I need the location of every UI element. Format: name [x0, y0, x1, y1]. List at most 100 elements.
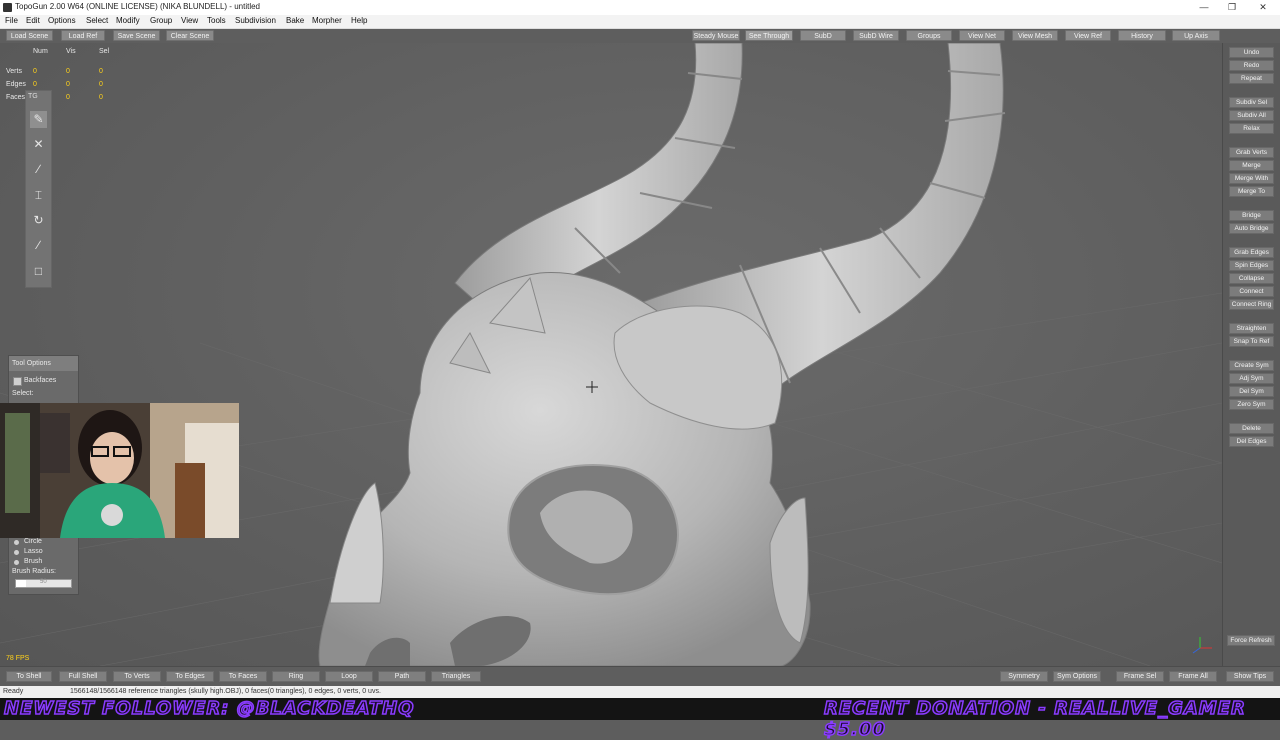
subdiv-all-button[interactable]: Subdiv All	[1229, 110, 1274, 121]
menu-edit[interactable]: Edit	[26, 16, 40, 25]
grab-edges-button[interactable]: Grab Edges	[1229, 247, 1274, 258]
3d-viewport[interactable]	[0, 43, 1222, 666]
close-button[interactable]: ✕	[1255, 1, 1271, 13]
stats-header-vis: Vis	[66, 48, 76, 55]
delete-button[interactable]: Delete	[1229, 423, 1274, 434]
menu-bake[interactable]: Bake	[286, 16, 304, 25]
adj-sym-button[interactable]: Adj Sym	[1229, 373, 1274, 384]
create-tool-icon[interactable]: ✎	[30, 111, 47, 128]
fill-tool-icon[interactable]: □	[30, 263, 47, 280]
window-title: TopoGun 2.00 W64 (ONLINE LICENSE) (NIKA …	[15, 2, 260, 11]
ring-button[interactable]: Ring	[272, 671, 320, 682]
to-faces-button[interactable]: To Faces	[219, 671, 267, 682]
relax-button[interactable]: Relax	[1229, 123, 1274, 134]
snap-to-ref-button[interactable]: Snap To Ref	[1229, 336, 1274, 347]
menu-morpher[interactable]: Morpher	[312, 16, 342, 25]
merge-button[interactable]: Merge	[1229, 160, 1274, 171]
brush-radius-value: 50	[40, 579, 47, 585]
menu-options[interactable]: Options	[48, 16, 76, 25]
brush-label: Brush	[24, 558, 43, 565]
connect-button[interactable]: Connect	[1229, 286, 1274, 297]
title-bar: TopoGun 2.00 W64 (ONLINE LICENSE) (NIKA …	[0, 0, 1280, 15]
stats-edges-sel: 0	[99, 81, 103, 88]
menu-modify[interactable]: Modify	[116, 16, 140, 25]
menu-subdivision[interactable]: Subdivision	[235, 16, 276, 25]
loop-button[interactable]: Loop	[325, 671, 373, 682]
stats-verts-vis: 0	[66, 68, 70, 75]
redo-button[interactable]: Redo	[1229, 60, 1274, 71]
delete-tool-icon[interactable]: ✕	[30, 136, 47, 153]
merge-with-button[interactable]: Merge With	[1229, 173, 1274, 184]
subd-wire-button[interactable]: SubD Wire	[853, 30, 899, 41]
menu-help[interactable]: Help	[351, 16, 367, 25]
del-sym-button[interactable]: Del Sym	[1229, 386, 1274, 397]
bridge-button[interactable]: Bridge	[1229, 210, 1274, 221]
sym-options-button[interactable]: Sym Options	[1053, 671, 1101, 682]
path-button[interactable]: Path	[378, 671, 426, 682]
groups-button[interactable]: Groups	[906, 30, 952, 41]
save-scene-button[interactable]: Save Scene	[113, 30, 160, 41]
status-bar: Ready 1566148/1566148 reference triangle…	[0, 686, 1280, 698]
clear-scene-button[interactable]: Clear Scene	[166, 30, 214, 41]
view-ref-button[interactable]: View Ref	[1065, 30, 1111, 41]
force-refresh-button[interactable]: Force Refresh	[1227, 635, 1275, 646]
newest-follower-text: NEWEST FOLLOWER: @BLACKDEATHQ	[3, 697, 415, 720]
stats-header-num: Num	[33, 48, 48, 55]
load-ref-button[interactable]: Load Ref	[61, 30, 105, 41]
show-tips-button[interactable]: Show Tips	[1226, 671, 1274, 682]
connect-ring-button[interactable]: Connect Ring	[1229, 299, 1274, 310]
frame-sel-button[interactable]: Frame Sel	[1116, 671, 1164, 682]
repeat-button[interactable]: Repeat	[1229, 73, 1274, 84]
subd-button[interactable]: SubD	[800, 30, 846, 41]
brush-tool-icon[interactable]: ↻	[30, 212, 47, 229]
spin-edges-button[interactable]: Spin Edges	[1229, 260, 1274, 271]
stats-edges-vis: 0	[66, 81, 70, 88]
view-net-button[interactable]: View Net	[959, 30, 1005, 41]
view-mesh-button[interactable]: View Mesh	[1012, 30, 1058, 41]
to-edges-button[interactable]: To Edges	[166, 671, 214, 682]
tube-tool-icon[interactable]: ∕	[30, 237, 47, 254]
status-ready: Ready	[3, 688, 24, 695]
maximize-button[interactable]: ❐	[1224, 1, 1240, 13]
up-axis-button[interactable]: Up Axis	[1172, 30, 1220, 41]
brush-radius-slider[interactable]: 50	[15, 579, 72, 588]
circle-label: Circle	[24, 538, 42, 545]
create-sym-button[interactable]: Create Sym	[1229, 360, 1274, 371]
to-shell-button[interactable]: To Shell	[6, 671, 52, 682]
stats-verts-sel: 0	[99, 68, 103, 75]
full-shell-button[interactable]: Full Shell	[59, 671, 107, 682]
steady-mouse-button[interactable]: Steady Mouse	[692, 30, 740, 41]
select-label: Select:	[12, 390, 34, 397]
menu-select[interactable]: Select	[86, 16, 108, 25]
menu-tools[interactable]: Tools	[207, 16, 226, 25]
collapse-button[interactable]: Collapse	[1229, 273, 1274, 284]
see-through-button[interactable]: See Through	[745, 30, 793, 41]
brush-radius-label: Brush Radius:	[12, 568, 56, 575]
to-verts-button[interactable]: To Verts	[113, 671, 161, 682]
triangles-button[interactable]: Triangles	[431, 671, 481, 682]
straighten-button[interactable]: Straighten	[1229, 323, 1274, 334]
del-edges-button[interactable]: Del Edges	[1229, 436, 1274, 447]
load-scene-button[interactable]: Load Scene	[6, 30, 53, 41]
symmetry-button[interactable]: Symmetry	[1000, 671, 1048, 682]
menu-file[interactable]: File	[5, 16, 18, 25]
minimize-button[interactable]: —	[1196, 1, 1212, 13]
bridge-tool-icon[interactable]: ⌶	[30, 187, 47, 204]
fps-counter: 78 FPS	[6, 655, 30, 662]
lasso-radio[interactable]	[14, 550, 19, 555]
draw-tool-icon[interactable]: ∕	[30, 161, 47, 178]
backfaces-checkbox[interactable]	[13, 377, 22, 386]
merge-to-button[interactable]: Merge To	[1229, 186, 1274, 197]
history-button[interactable]: History	[1118, 30, 1166, 41]
stats-faces-vis: 0	[66, 94, 70, 101]
undo-button[interactable]: Undo	[1229, 47, 1274, 58]
menu-group[interactable]: Group	[150, 16, 172, 25]
brush-radio[interactable]	[14, 560, 19, 565]
circle-radio[interactable]	[14, 540, 19, 545]
frame-all-button[interactable]: Frame All	[1169, 671, 1217, 682]
auto-bridge-button[interactable]: Auto Bridge	[1229, 223, 1274, 234]
zero-sym-button[interactable]: Zero Sym	[1229, 399, 1274, 410]
subdiv-sel-button[interactable]: Subdiv Sel	[1229, 97, 1274, 108]
menu-view[interactable]: View	[181, 16, 198, 25]
grab-verts-button[interactable]: Grab Verts	[1229, 147, 1274, 158]
